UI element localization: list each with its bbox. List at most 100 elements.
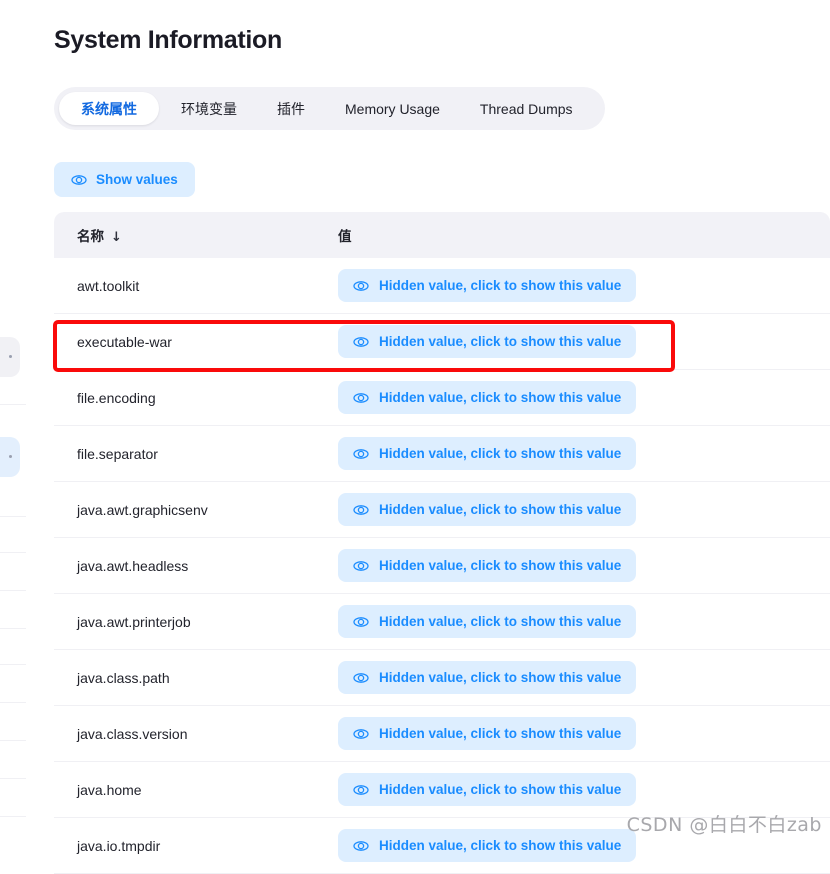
show-values-button[interactable]: Show values — [54, 162, 195, 197]
hidden-value-button[interactable]: Hidden value, click to show this value — [338, 549, 637, 582]
hidden-value-label: Hidden value, click to show this value — [379, 670, 622, 685]
table-row[interactable]: file.separator Hidden value, click to sho… — [54, 426, 830, 482]
hidden-value-label: Hidden value, click to show this value — [379, 558, 622, 573]
sidebar-divider — [0, 590, 26, 591]
eye-icon — [353, 726, 369, 742]
table-row[interactable]: file.encoding Hidden value, click to show… — [54, 370, 830, 426]
eye-icon — [353, 558, 369, 574]
property-value-cell: Hidden value, click to show this value — [338, 773, 830, 806]
property-name-cell: file.encoding — [77, 389, 156, 406]
property-value-cell: Hidden value, click to show this value — [338, 325, 830, 358]
hidden-value-label: Hidden value, click to show this value — [379, 334, 622, 349]
tab-label: 插件 — [277, 101, 305, 118]
tab-bar: 系统属性 环境变量 插件 Memory Usage Thread Dumps — [54, 87, 605, 130]
hidden-value-label: Hidden value, click to show this value — [379, 726, 622, 741]
main-content: System Information 系统属性 环境变量 插件 Memory Usag… — [54, 0, 830, 874]
sidebar-chip-active[interactable] — [0, 437, 20, 477]
page-title: System Information — [54, 26, 282, 54]
sidebar-divider — [0, 516, 26, 517]
property-name-cell: java.awt.headless — [77, 557, 189, 574]
tab-label: 环境变量 — [181, 101, 237, 118]
property-name-cell: executable-war — [77, 333, 172, 350]
hidden-value-button[interactable]: Hidden value, click to show this value — [338, 325, 637, 358]
hidden-value-button[interactable]: Hidden value, click to show this value — [338, 661, 637, 694]
tab-label: Memory Usage — [345, 100, 440, 117]
tab-label: 系统属性 — [81, 101, 137, 118]
sidebar-divider — [0, 816, 26, 817]
eye-icon — [353, 446, 369, 462]
eye-icon — [71, 172, 87, 188]
property-value-cell: Hidden value, click to show this value — [338, 661, 830, 694]
eye-icon — [353, 670, 369, 686]
property-name-cell: java.io.tmpdir — [77, 837, 161, 854]
tab-0[interactable]: 系统属性 — [59, 92, 159, 125]
property-name-cell: java.home — [77, 781, 142, 798]
tab-4[interactable]: Thread Dumps — [462, 92, 591, 125]
sidebar-divider — [0, 702, 26, 703]
hidden-value-button[interactable]: Hidden value, click to show this value — [338, 269, 637, 302]
left-sidebar-remnant — [0, 0, 54, 849]
column-header-name[interactable]: 名称 ↓ — [54, 225, 338, 245]
show-values-label: Show values — [96, 172, 178, 187]
table-row[interactable]: java.awt.printerjob Hidden value, click t… — [54, 594, 830, 650]
property-value-cell: Hidden value, click to show this value — [338, 605, 830, 638]
sidebar-divider — [0, 740, 26, 741]
tab-2[interactable]: 插件 — [259, 92, 323, 125]
eye-icon — [353, 782, 369, 798]
eye-icon — [353, 614, 369, 630]
hidden-value-label: Hidden value, click to show this value — [379, 390, 622, 405]
watermark: CSDN @白白不白zab — [626, 814, 822, 836]
sidebar-chip-dot — [9, 455, 12, 458]
hidden-value-button[interactable]: Hidden value, click to show this value — [338, 829, 637, 862]
property-name-cell: java.class.version — [77, 725, 188, 742]
eye-icon — [353, 502, 369, 518]
hidden-value-button[interactable]: Hidden value, click to show this value — [338, 381, 637, 414]
tab-3[interactable]: Memory Usage — [327, 92, 458, 125]
property-value-cell: Hidden value, click to show this value — [338, 381, 830, 414]
hidden-value-label: Hidden value, click to show this value — [379, 838, 622, 853]
hidden-value-button[interactable]: Hidden value, click to show this value — [338, 437, 637, 470]
hidden-value-button[interactable]: Hidden value, click to show this value — [338, 773, 637, 806]
table-row[interactable]: java.awt.graphicsenv Hidden value, click … — [54, 482, 830, 538]
table-row[interactable]: java.awt.headless Hidden value, click to … — [54, 538, 830, 594]
eye-icon — [353, 334, 369, 350]
hidden-value-label: Hidden value, click to show this value — [379, 782, 622, 797]
table-row[interactable]: awt.toolkit Hidden value, click to show t… — [54, 258, 830, 314]
hidden-value-label: Hidden value, click to show this value — [379, 502, 622, 517]
sidebar-divider — [0, 404, 26, 405]
property-name-cell: java.awt.printerjob — [77, 613, 191, 630]
property-value-cell: Hidden value, click to show this value — [338, 269, 830, 302]
property-value-cell: Hidden value, click to show this value — [338, 493, 830, 526]
column-header-name-label: 名称 — [77, 229, 104, 245]
property-value-cell: Hidden value, click to show this value — [338, 549, 830, 582]
property-name-cell: java.class.path — [77, 669, 170, 686]
system-properties-table: 名称 ↓ 值 awt.toolkit Hidden value, click to … — [54, 212, 830, 874]
sidebar-divider — [0, 664, 26, 665]
hidden-value-button[interactable]: Hidden value, click to show this value — [338, 605, 637, 638]
property-name-cell: java.awt.graphicsenv — [77, 501, 208, 518]
eye-icon — [353, 278, 369, 294]
column-header-value[interactable]: 值 — [338, 225, 830, 245]
property-name-cell: awt.toolkit — [77, 277, 140, 294]
sidebar-chip[interactable] — [0, 337, 20, 377]
table-row[interactable]: java.class.path Hidden value, click to sh… — [54, 650, 830, 706]
hidden-value-label: Hidden value, click to show this value — [379, 278, 622, 293]
eye-icon — [353, 838, 369, 854]
sidebar-divider — [0, 628, 26, 629]
column-header-value-label: 值 — [338, 229, 352, 245]
sidebar-chip-dot — [9, 355, 12, 358]
property-value-cell: Hidden value, click to show this value — [338, 437, 830, 470]
table-header-row: 名称 ↓ 值 — [54, 212, 830, 258]
table-body: awt.toolkit Hidden value, click to show t… — [54, 258, 830, 874]
hidden-value-label: Hidden value, click to show this value — [379, 614, 622, 629]
property-name-cell: file.separator — [77, 445, 158, 462]
hidden-value-label: Hidden value, click to show this value — [379, 446, 622, 461]
hidden-value-button[interactable]: Hidden value, click to show this value — [338, 493, 637, 526]
sidebar-divider — [0, 552, 26, 553]
tab-1[interactable]: 环境变量 — [163, 92, 255, 125]
hidden-value-button[interactable]: Hidden value, click to show this value — [338, 717, 637, 750]
sidebar-divider — [0, 778, 26, 779]
table-row[interactable]: executable-war Hidden value, click to sho… — [54, 314, 830, 370]
table-row[interactable]: java.class.version Hidden value, click to… — [54, 706, 830, 762]
sort-descending-icon[interactable]: ↓ — [111, 230, 122, 245]
